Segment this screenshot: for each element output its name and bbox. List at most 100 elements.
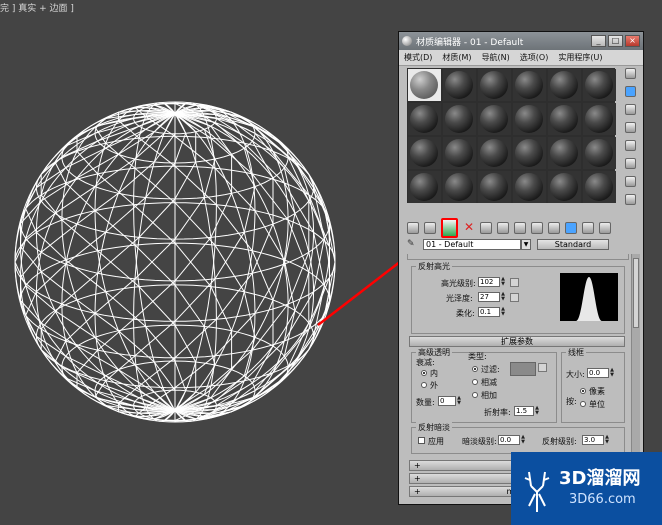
scrollbar-thumb[interactable] [633,258,639,328]
amount-field[interactable]: 0 [438,396,456,406]
material-sample-slot[interactable] [443,171,476,203]
material-sample-slot[interactable] [513,69,546,101]
material-sample-slot[interactable] [408,171,441,203]
material-sample-slot[interactable] [443,103,476,135]
material-sample-slot[interactable] [583,69,616,101]
video-color-check-icon[interactable] [625,140,636,151]
specular-highlights-label: 反射高光 [416,261,452,272]
assign-to-selection-icon[interactable] [441,218,458,238]
get-material-icon[interactable] [407,222,419,234]
glossiness-spinner[interactable]: ▲ ▼ [500,292,506,302]
background-icon[interactable] [625,104,636,115]
put-to-scene-icon[interactable] [424,222,436,234]
filter-map-button[interactable] [538,363,547,372]
menu-navigation[interactable]: 导航(N) [477,52,515,63]
menu-options[interactable]: 选项(O) [515,52,554,63]
reset-map-icon[interactable]: ✕ [463,221,475,234]
ior-label: 折射率: [484,408,511,417]
select-by-material-icon[interactable] [625,194,636,205]
sample-type-icon[interactable] [625,68,636,79]
material-sample-slot[interactable] [408,137,441,169]
material-sample-slot[interactable] [548,103,581,135]
in-units-radio[interactable] [580,401,586,407]
material-sample-slot[interactable] [478,69,511,101]
material-sample-slot[interactable] [548,69,581,101]
make-copy-icon[interactable] [480,222,492,234]
refl-level-field[interactable]: 3.0 [582,435,604,445]
material-sample-slot[interactable] [443,137,476,169]
material-name-bar: ✎ 01 - Default ▼ Standard [407,238,639,250]
put-to-library-icon[interactable] [514,222,526,234]
menu-material[interactable]: 材质(M) [437,52,476,63]
amount-spinner[interactable]: ▲ ▼ [456,396,462,406]
sample-uv-tiling-icon[interactable] [625,122,636,133]
material-sample-slot[interactable] [408,103,441,135]
dim-level-label: 暗淡级别: [462,437,497,446]
options-icon[interactable] [625,176,636,187]
menu-mode[interactable]: 模式(D) [399,52,437,63]
material-editor-window[interactable]: 材质编辑器 - 01 - Default _ □ × 模式(D) 材质(M) 导… [398,31,644,505]
material-sample-slot[interactable] [548,137,581,169]
in-pixels-radio[interactable] [580,388,586,394]
glossiness-field[interactable]: 27 [478,292,500,302]
make-preview-icon[interactable] [625,158,636,169]
wire-in-label: 按: [566,397,577,406]
type-additive-radio[interactable] [472,392,478,398]
material-sample-slot[interactable] [478,137,511,169]
dim-level-field[interactable]: 0.0 [498,435,520,445]
falloff-out-radio[interactable] [421,382,427,388]
soften-field[interactable]: 0.1 [478,307,500,317]
minimize-button[interactable]: _ [591,35,606,47]
type-filter-radio[interactable] [472,366,478,372]
wire-size-field[interactable]: 0.0 [587,368,609,378]
material-id-icon[interactable] [531,222,543,234]
backlight-icon[interactable] [625,86,636,97]
material-sample-slot[interactable] [478,171,511,203]
go-forward-sibling-icon[interactable] [599,222,611,234]
specular-level-label: 高光级别: [441,279,476,288]
make-unique-icon[interactable] [497,222,509,234]
specular-level-spinner[interactable]: ▲ ▼ [500,277,506,287]
material-name-dropdown[interactable]: ▼ [521,238,531,250]
filter-color-swatch[interactable] [510,362,536,376]
material-name-field[interactable]: 01 - Default [423,238,521,250]
falloff-in-radio[interactable] [421,370,427,376]
title-bar[interactable]: 材质编辑器 - 01 - Default _ □ × [399,32,643,50]
wire-size-spinner[interactable]: ▲ ▼ [609,368,615,378]
soften-spinner[interactable]: ▲ ▼ [500,307,506,317]
menu-utilities[interactable]: 实用程序(U) [553,52,607,63]
material-sample-slot[interactable] [583,137,616,169]
material-sample-slot[interactable] [583,171,616,203]
show-end-result-icon[interactable] [565,222,577,234]
in-pixels-label: 像素 [589,387,605,396]
refl-level-spinner[interactable]: ▲ ▼ [604,435,610,445]
specular-level-field[interactable]: 102 [478,277,500,287]
type-subtractive-radio[interactable] [472,379,478,385]
go-to-parent-icon[interactable] [582,222,594,234]
side-toolbar [625,68,639,212]
apply-checkbox[interactable] [418,437,425,444]
material-sample-slot[interactable] [548,171,581,203]
glossiness-map-button[interactable] [510,293,519,302]
material-sample-slot[interactable] [513,103,546,135]
falloff-label: 衰减: [416,358,435,367]
extended-parameters-header[interactable]: 扩展参数 [409,336,625,347]
show-map-icon[interactable] [548,222,560,234]
material-sample-slot[interactable] [513,171,546,203]
maximize-button[interactable]: □ [608,35,623,47]
material-sample-slot[interactable] [408,69,441,101]
dim-level-spinner[interactable]: ▲ ▼ [520,435,526,445]
specular-level-map-button[interactable] [510,278,519,287]
pick-material-icon[interactable]: ✎ [407,239,417,249]
close-button[interactable]: × [625,35,640,47]
ior-field[interactable]: 1.5 [514,406,534,416]
material-sample-slot[interactable] [443,69,476,101]
ior-spinner[interactable]: ▲ ▼ [534,406,540,416]
material-type-button[interactable]: Standard [537,238,609,250]
window-title: 材质编辑器 - 01 - Default [416,37,524,48]
material-sample-slot[interactable] [513,137,546,169]
watermark-main-text: 3D溜溜网 [559,468,641,489]
material-sample-slot[interactable] [478,103,511,135]
sample-slots [407,68,616,203]
material-sample-slot[interactable] [583,103,616,135]
